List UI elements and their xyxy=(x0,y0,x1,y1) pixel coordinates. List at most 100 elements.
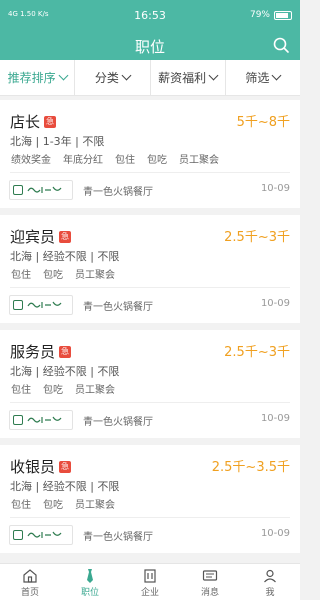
job-tag: 年底分红 xyxy=(63,155,103,166)
company-name: 青一色火锅餐厅 xyxy=(83,417,153,428)
job-title: 服务员 急 xyxy=(10,341,72,362)
logo-seal-icon xyxy=(13,530,23,540)
card-divider xyxy=(10,287,290,288)
filter-more[interactable]: 筛选 xyxy=(226,60,300,95)
job-title-text: 服务员 xyxy=(10,343,56,361)
logo-seal-icon xyxy=(13,185,23,195)
job-tags: 包住 包吃 员工聚会 xyxy=(10,496,116,511)
company-logo xyxy=(9,295,73,315)
job-tag: 包吃 xyxy=(147,155,167,166)
card-divider xyxy=(10,172,290,173)
person-icon xyxy=(264,569,276,583)
job-tag: 包住 xyxy=(115,155,135,166)
card-divider xyxy=(10,402,290,403)
filter-category-label: 分类 xyxy=(94,71,119,85)
filter-salary-label: 薪资福利 xyxy=(158,71,207,85)
company-name: 青一色火锅餐厅 xyxy=(83,532,153,543)
logo-script-icon xyxy=(27,416,62,423)
filter-category[interactable]: 分类 xyxy=(75,60,151,95)
job-title: 迎宾员 急 xyxy=(10,226,72,247)
job-salary: 2.5千~3.5千 xyxy=(211,460,290,475)
tab-home-label: 首页 xyxy=(20,588,39,598)
job-meta: 北海 | 经验不限 | 不限 xyxy=(10,365,120,378)
tab-jobs-label: 职位 xyxy=(80,588,99,598)
tab-messages-label: 消息 xyxy=(200,588,219,598)
chevron-down-icon xyxy=(271,70,282,81)
job-salary: 5千~8千 xyxy=(236,115,290,130)
job-tag: 员工聚会 xyxy=(75,500,115,511)
title-bar: 职位 xyxy=(0,32,300,60)
company-logo xyxy=(9,180,73,200)
urgent-badge: 急 xyxy=(59,460,72,473)
logo-seal-icon xyxy=(13,415,23,425)
job-tag: 包吃 xyxy=(43,385,63,396)
post-date: 10-09 xyxy=(260,413,290,424)
urgent-badge: 急 xyxy=(59,230,72,243)
company-name: 青一色火锅餐厅 xyxy=(83,302,153,313)
tab-jobs[interactable]: 职位 xyxy=(60,564,120,600)
filter-bar: 推荐排序 分类 薪资福利 筛选 xyxy=(0,60,300,96)
post-date: 10-09 xyxy=(260,183,290,194)
filter-salary[interactable]: 薪资福利 xyxy=(151,60,226,95)
job-card[interactable]: 服务员 急 2.5千~3千 北海 | 经验不限 | 不限 包住 包吃 员工聚会 … xyxy=(0,330,300,438)
job-title-text: 店长 xyxy=(10,113,41,131)
job-title: 店长 急 xyxy=(10,111,57,132)
message-icon xyxy=(202,570,218,581)
urgent-badge: 急 xyxy=(44,115,57,128)
job-card[interactable]: 店长 急 5千~8千 北海 | 1-3年 | 不限 绩效奖金 年底分红 包住 包… xyxy=(0,100,300,208)
tab-company[interactable]: 企业 xyxy=(120,564,180,600)
filter-sort[interactable]: 推荐排序 xyxy=(0,60,76,95)
job-title: 收银员 急 xyxy=(10,456,72,477)
job-tag: 包住 xyxy=(11,500,31,511)
tab-me[interactable]: 我 xyxy=(240,564,300,600)
job-tag: 员工聚会 xyxy=(75,270,115,281)
urgent-badge: 急 xyxy=(59,345,72,358)
tab-company-label: 企业 xyxy=(140,588,159,598)
company-logo xyxy=(9,525,73,545)
status-bar: 4G 1.50 K/s 16:53 79% xyxy=(0,0,300,32)
post-date: 10-09 xyxy=(260,528,290,539)
home-icon xyxy=(23,569,37,583)
company-logo xyxy=(9,410,73,430)
card-divider xyxy=(10,517,290,518)
filter-more-label: 筛选 xyxy=(245,71,270,85)
job-salary: 2.5千~3千 xyxy=(224,345,290,360)
job-salary: 2.5千~3千 xyxy=(224,230,290,245)
job-meta: 北海 | 经验不限 | 不限 xyxy=(10,480,120,493)
job-meta: 北海 | 1-3年 | 不限 xyxy=(10,135,105,148)
search-icon[interactable] xyxy=(272,36,290,54)
tab-me-label: 我 xyxy=(265,588,275,598)
job-tags: 绩效奖金 年底分红 包住 包吃 员工聚会 xyxy=(10,151,220,166)
chevron-down-icon xyxy=(208,70,219,81)
battery-percent: 79% xyxy=(249,10,270,20)
tab-home[interactable]: 首页 xyxy=(0,564,60,600)
logo-script-icon xyxy=(27,301,62,308)
job-tag: 包吃 xyxy=(43,270,63,281)
building-icon xyxy=(144,569,156,583)
job-tag: 绩效奖金 xyxy=(11,155,51,166)
job-tag: 员工聚会 xyxy=(75,385,115,396)
job-tags: 包住 包吃 员工聚会 xyxy=(10,266,116,281)
post-date: 10-09 xyxy=(260,298,290,309)
status-right: 79% xyxy=(250,10,292,20)
company-name: 青一色火锅餐厅 xyxy=(83,187,153,198)
job-tag: 包住 xyxy=(11,385,31,396)
battery-icon xyxy=(274,10,292,20)
job-card[interactable]: 收银员 急 2.5千~3.5千 北海 | 经验不限 | 不限 包住 包吃 员工聚… xyxy=(0,445,300,553)
chevron-down-icon xyxy=(58,70,69,81)
bottom-tab-bar: 首页 职位 企业 消息 我 xyxy=(0,563,300,600)
job-card[interactable]: 迎宾员 急 2.5千~3千 北海 | 经验不限 | 不限 包住 包吃 员工聚会 … xyxy=(0,215,300,323)
chevron-down-icon xyxy=(121,70,132,81)
logo-script-icon xyxy=(27,531,62,538)
job-meta: 北海 | 经验不限 | 不限 xyxy=(10,250,120,263)
job-tag: 包住 xyxy=(11,270,31,281)
filter-sort-label: 推荐排序 xyxy=(7,71,56,85)
job-tags: 包住 包吃 员工聚会 xyxy=(10,381,116,396)
job-tag: 员工聚会 xyxy=(179,155,219,166)
tab-messages[interactable]: 消息 xyxy=(180,564,240,600)
job-tag: 包吃 xyxy=(43,500,63,511)
logo-seal-icon xyxy=(13,300,23,310)
job-title-text: 迎宾员 xyxy=(10,228,56,246)
job-title-text: 收银员 xyxy=(10,458,56,476)
tie-icon xyxy=(87,569,93,583)
